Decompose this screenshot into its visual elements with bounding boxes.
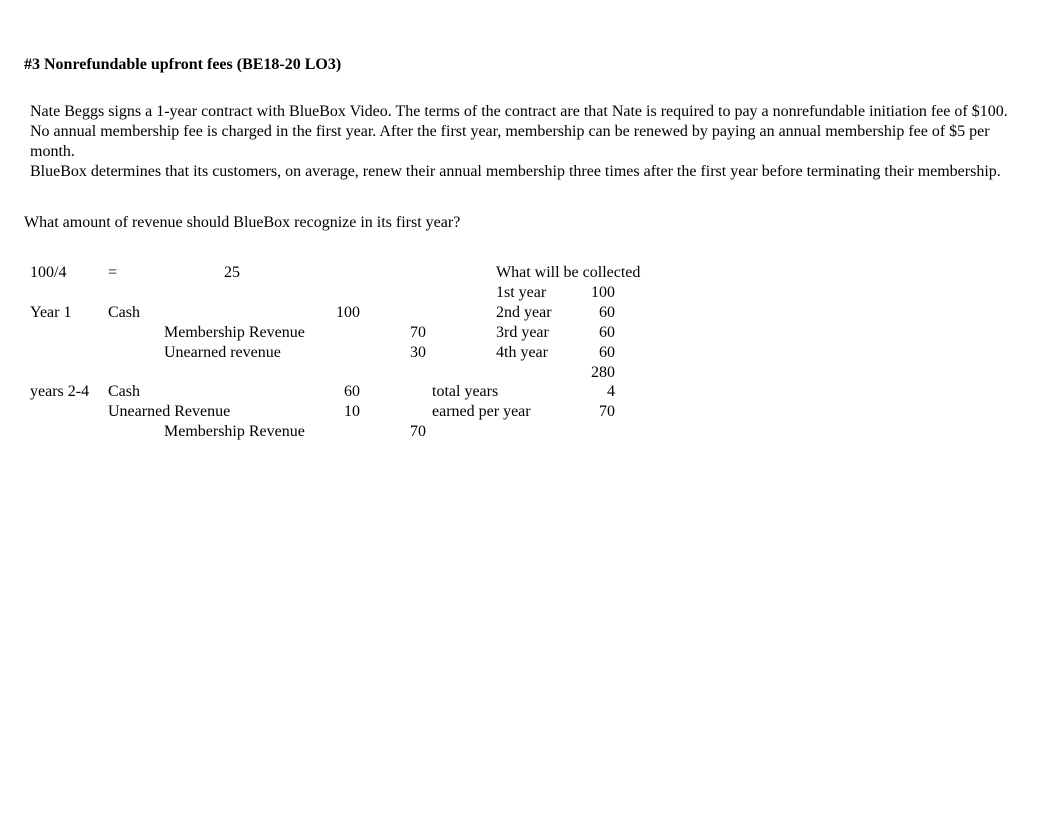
earned-per-year-val: 70 (579, 403, 615, 421)
collected-y1-label: 1st year (496, 284, 546, 302)
years24-memrev-credit: 70 (400, 423, 426, 441)
year1-unearned-credit: 30 (400, 344, 426, 362)
collected-y3-label: 3rd year (496, 324, 549, 342)
calc-expr: 100/4 (30, 264, 66, 282)
page-content: #3 Nonrefundable upfront fees (BE18-20 L… (0, 0, 1062, 564)
years24-unearned: Unearned Revenue (108, 403, 230, 421)
collected-header: What will be collected (496, 264, 640, 282)
collected-y4-label: 4th year (496, 344, 548, 362)
collected-y2-val: 60 (579, 304, 615, 322)
paragraph-1: Nate Beggs signs a 1-year contract with … (30, 102, 1038, 122)
work-area: 100/4 = 25 Year 1 Cash 100 Membership Re… (24, 264, 1038, 564)
paragraph-2: No annual membership fee is charged in t… (30, 122, 1038, 162)
collected-y4-val: 60 (579, 344, 615, 362)
year1-memrev-credit: 70 (400, 324, 426, 342)
collected-total: 280 (579, 364, 615, 382)
calc-result: 25 (214, 264, 240, 282)
year1-cash-debit: 100 (324, 304, 360, 322)
year1-cash: Cash (108, 304, 140, 322)
question-text: What amount of revenue should BlueBox re… (24, 214, 1038, 232)
earned-per-year-label: earned per year (432, 403, 531, 421)
years24-memrev: Membership Revenue (164, 423, 305, 441)
paragraph-3: BlueBox determines that its customers, o… (30, 162, 1038, 182)
collected-y3-val: 60 (579, 324, 615, 342)
years24-unearned-debit: 10 (334, 403, 360, 421)
year1-unearned: Unearned revenue (164, 344, 281, 362)
years24-cash: Cash (108, 383, 140, 401)
year1-label: Year 1 (30, 304, 71, 322)
years24-cash-debit: 60 (334, 383, 360, 401)
collected-y1-val: 100 (579, 284, 615, 302)
collected-y2-label: 2nd year (496, 304, 552, 322)
total-years-label: total years (432, 383, 498, 401)
problem-title: #3 Nonrefundable upfront fees (BE18-20 L… (24, 56, 1038, 74)
year1-memrev: Membership Revenue (164, 324, 305, 342)
total-years-val: 4 (579, 383, 615, 401)
years24-label: years 2-4 (30, 383, 89, 401)
calc-eq: = (108, 264, 117, 282)
